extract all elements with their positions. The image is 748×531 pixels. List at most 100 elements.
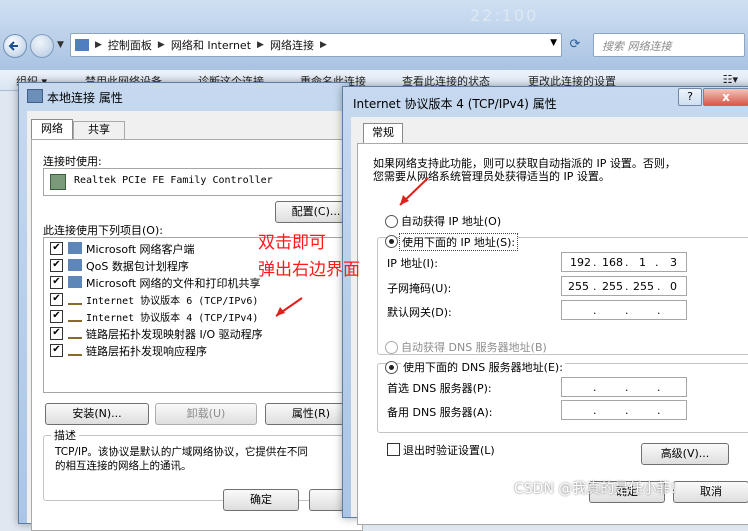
item-label: 链路层拓扑发现响应程序 [86, 345, 207, 358]
address-dropdown-icon[interactable]: ▼ [550, 38, 557, 48]
intro-line2: 您需要从网络系统管理员处获得适当的 IP 设置。 [373, 170, 610, 183]
ip-octet: 192 [570, 256, 591, 269]
auto-dns-label[interactable]: 自动获得 DNS 服务器地址(B) [401, 339, 547, 355]
validate-checkbox[interactable] [387, 443, 400, 456]
protocol-icon [68, 346, 82, 356]
octet-dot: . [657, 280, 661, 293]
network-adapter-icon [27, 89, 43, 103]
checkbox-checked[interactable]: ✔ [50, 259, 63, 272]
tab-sharing[interactable]: 共享 [73, 121, 125, 140]
octet-dot: . [593, 381, 597, 394]
local-connection-properties-dialog: 本地连接 属性 网络 共享 连接时使用: Realtek PCIe FE Fam… [18, 82, 385, 531]
alternate-dns-input[interactable]: . . . [561, 400, 687, 420]
octet-dot: . [625, 404, 629, 417]
breadcrumb-separator: ▶ [95, 40, 102, 50]
subnet-octet: 255 [602, 280, 623, 293]
octet-dot: . [593, 404, 597, 417]
gateway-label: 默认网关(D): [387, 306, 452, 319]
description-line2: 的相互连接的网络上的通讯。 [55, 460, 192, 472]
protocol-icon [68, 295, 82, 305]
item-label: 链路层拓扑发现映射器 I/O 驱动程序 [86, 328, 263, 341]
auto-dns-radio[interactable] [385, 341, 398, 354]
auto-ip-radio[interactable] [385, 215, 398, 228]
dialog-titlebar[interactable]: 本地连接 属性 [19, 83, 349, 109]
preferred-dns-input[interactable]: . . . [561, 377, 687, 397]
checkbox-checked[interactable]: ✔ [50, 293, 63, 306]
octet-dot: . [625, 304, 629, 317]
network-card-icon [50, 174, 66, 190]
octet-dot: . [625, 256, 629, 269]
item-label: Microsoft 网络客户端 [86, 243, 195, 256]
subnet-mask-input[interactable]: 255 . 255 . 255 . 0 [561, 276, 687, 296]
octet-dot: . [657, 304, 661, 317]
manual-ip-label[interactable]: 使用下面的 IP 地址(S): [399, 233, 519, 251]
back-button[interactable] [3, 34, 27, 58]
octet-dot: . [593, 280, 597, 293]
checkbox-checked[interactable]: ✔ [50, 242, 63, 255]
watermark: CSDN @我真的是任小菲! [514, 481, 676, 497]
item-label: Microsoft 网络的文件和打印机共享 [86, 277, 261, 290]
checkbox-checked[interactable]: ✔ [50, 327, 63, 340]
description-label: 描述 [51, 427, 79, 443]
checkbox-checked[interactable]: ✔ [50, 310, 63, 323]
refresh-icon[interactable]: ⟳ [565, 35, 585, 55]
forward-button[interactable] [30, 34, 54, 58]
checkbox-checked[interactable]: ✔ [50, 276, 63, 289]
annotation-line2: 弹出右边界面 [258, 260, 360, 280]
ip-octet: 1 [639, 256, 646, 269]
validate-label[interactable]: 退出时验证设置(L) [403, 442, 495, 458]
auto-ip-label[interactable]: 自动获得 IP 地址(O) [401, 213, 501, 229]
service-icon [68, 276, 82, 288]
checkbox-checked[interactable]: ✔ [50, 344, 63, 357]
cancel-button[interactable]: 取消 [673, 481, 748, 503]
connect-using-label: 连接时使用: [43, 155, 102, 168]
list-item[interactable]: ✔ 链路层拓扑发现响应程序 [50, 342, 350, 358]
dialog-titlebar[interactable]: Internet 协议版本 4 (TCP/IPv4) 属性 ? x [343, 87, 748, 117]
gateway-input[interactable]: . . . [561, 300, 687, 320]
address-bar[interactable]: ▶ 控制面板 ▶ 网络和 Internet ▶ 网络连接 ▶ ▼ [70, 33, 562, 57]
octet-dot: . [655, 256, 659, 269]
list-item-ipv4[interactable]: ✔ Internet 协议版本 4 (TCP/IPv4) [50, 308, 350, 324]
item-label: Internet 协议版本 4 (TCP/IPv4) [86, 313, 259, 324]
breadcrumb-network-connections[interactable]: 网络连接 [270, 37, 314, 53]
breadcrumb-network-internet[interactable]: 网络和 Internet [171, 37, 251, 53]
install-button[interactable]: 安装(N)... [45, 403, 149, 425]
view-options-icon[interactable]: ☷▾ [723, 73, 738, 86]
header-art-text: 22:100 [470, 6, 539, 25]
annotation-text: 双击即可 弹出右边界面 [258, 230, 388, 284]
alternate-dns-label: 备用 DNS 服务器(A): [387, 406, 493, 419]
subnet-mask-label: 子网掩码(U): [387, 282, 452, 295]
dialog-body: 网络 共享 连接时使用: Realtek PCIe FE Family Cont… [27, 111, 385, 531]
adapter-name: Realtek PCIe FE Family Controller [74, 175, 273, 186]
list-item[interactable]: ✔ 链路层拓扑发现映射器 I/O 驱动程序 [50, 325, 350, 341]
client-icon [68, 242, 82, 254]
ip-address-label: IP 地址(I): [387, 257, 438, 270]
ip-address-input[interactable]: 192 . 168 . 1 . 3 [561, 252, 687, 272]
list-item[interactable]: ✔ Internet 协议版本 6 (TCP/IPv6) [50, 291, 350, 307]
ipv4-properties-dialog: Internet 协议版本 4 (TCP/IPv4) 属性 ? x 常规 如果网… [342, 86, 748, 525]
subnet-octet: 255 [633, 280, 654, 293]
tab-network[interactable]: 网络 [31, 119, 73, 140]
ip-octet: 3 [670, 256, 677, 269]
search-input[interactable]: 搜索 网络连接 [593, 33, 745, 57]
tab-general[interactable]: 常规 [363, 123, 403, 144]
help-button[interactable]: ? [678, 88, 702, 106]
subnet-octet: 0 [670, 280, 677, 293]
octet-dot: . [625, 381, 629, 394]
breadcrumb-control-panel[interactable]: 控制面板 [108, 37, 152, 53]
search-placeholder: 搜索 网络连接 [602, 40, 672, 53]
service-icon [68, 259, 82, 271]
annotation-line1: 双击即可 [258, 233, 326, 253]
subnet-octet: 255 [568, 280, 589, 293]
description-line1: TCP/IP。该协议是默认的广域网络协议，它提供在不同 [55, 446, 308, 458]
manual-dns-radio[interactable] [385, 361, 398, 374]
dialog-title: Internet 协议版本 4 (TCP/IPv4) 属性 [353, 97, 557, 111]
manual-dns-label[interactable]: 使用下面的 DNS 服务器地址(E): [401, 359, 565, 375]
breadcrumb-separator: ▶ [157, 40, 165, 50]
uninstall-button[interactable]: 卸载(U) [155, 403, 257, 425]
close-button[interactable]: x [703, 88, 748, 106]
history-dropdown-icon[interactable]: ▼ [57, 40, 64, 50]
breadcrumb-separator: ▶ [257, 40, 264, 50]
advanced-button[interactable]: 高级(V)... [641, 443, 729, 465]
breadcrumb-separator: ▶ [319, 40, 327, 50]
